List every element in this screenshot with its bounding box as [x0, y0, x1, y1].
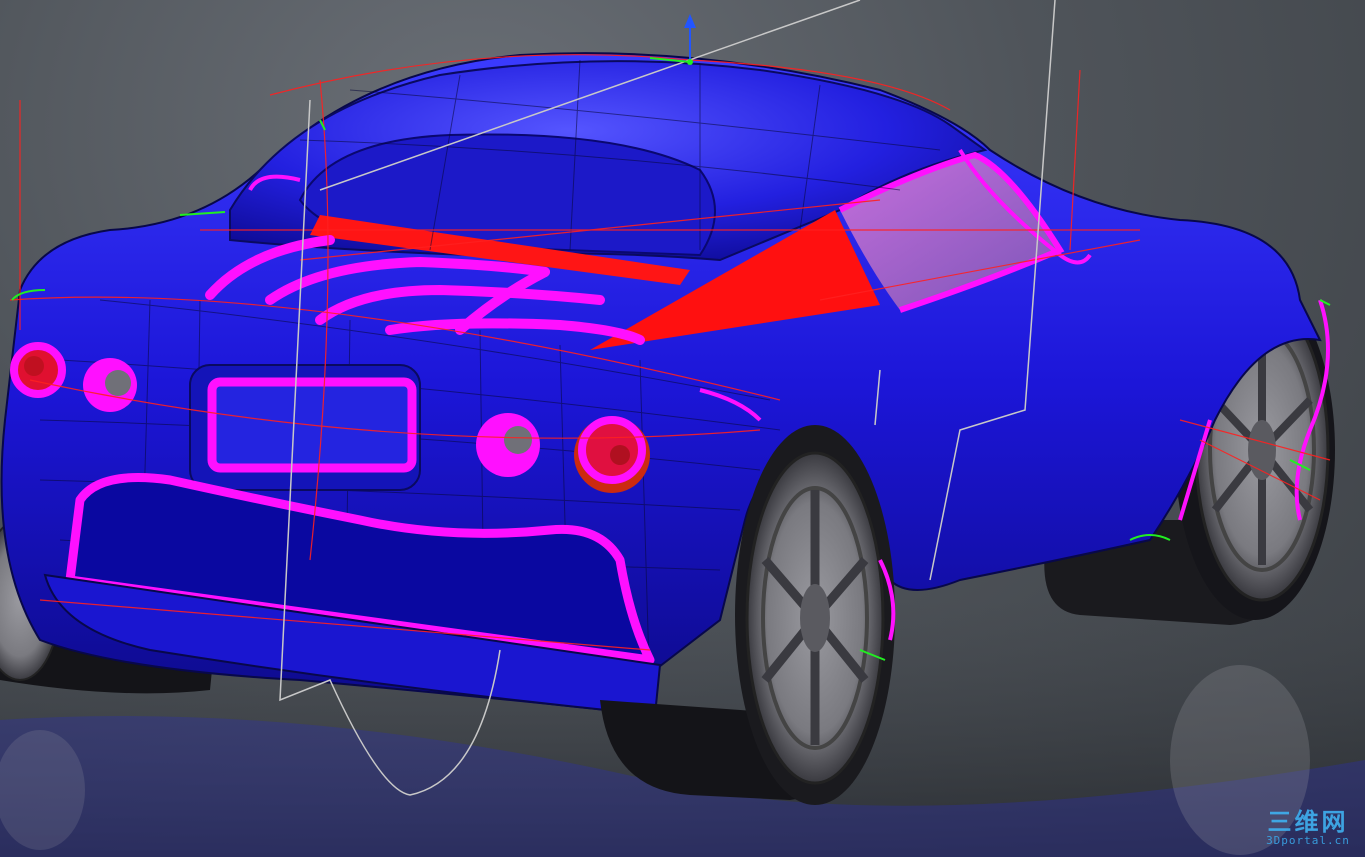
site-watermark: 三维网 3Dportal.cn — [1261, 809, 1355, 849]
watermark-url: 3Dportal.cn — [1266, 834, 1350, 847]
3d-viewport[interactable]: 三维网 3Dportal.cn — [0, 0, 1365, 857]
car-model-scene[interactable] — [0, 0, 1365, 857]
watermark-logo-text: 三维网 — [1267, 808, 1349, 836]
